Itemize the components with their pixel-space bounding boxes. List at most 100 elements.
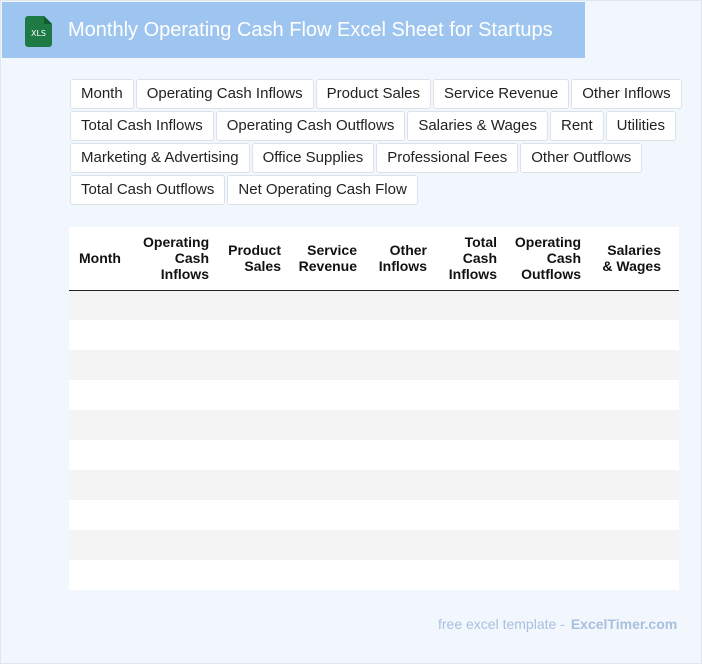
column-tag[interactable]: Service Revenue (433, 79, 570, 109)
table-cell[interactable] (69, 410, 137, 440)
table-cell[interactable] (669, 290, 679, 320)
column-tag[interactable]: Product Sales (315, 79, 432, 109)
table-cell[interactable] (589, 290, 669, 320)
table-cell[interactable] (137, 440, 217, 470)
table-cell[interactable] (435, 560, 505, 590)
table-cell[interactable] (217, 560, 289, 590)
table-cell[interactable] (669, 470, 679, 500)
column-tag[interactable]: Other Inflows (571, 79, 682, 109)
table-cell[interactable] (69, 290, 137, 320)
footer-brand-link[interactable]: ExcelTimer.com (571, 616, 677, 632)
table-cell[interactable] (137, 320, 217, 350)
table-cell[interactable] (137, 500, 217, 530)
table-cell[interactable] (365, 560, 435, 590)
table-cell[interactable] (589, 500, 669, 530)
table-cell[interactable] (69, 500, 137, 530)
table-cell[interactable] (365, 410, 435, 440)
table-cell[interactable] (69, 380, 137, 410)
table-cell[interactable] (137, 410, 217, 440)
table-cell[interactable] (137, 470, 217, 500)
table-cell[interactable] (505, 530, 589, 560)
column-tag[interactable]: Rent (549, 111, 604, 141)
table-cell[interactable] (217, 530, 289, 560)
table-cell[interactable] (505, 560, 589, 590)
table-cell[interactable] (435, 500, 505, 530)
table-cell[interactable] (505, 290, 589, 320)
table-cell[interactable] (217, 440, 289, 470)
table-cell[interactable] (435, 470, 505, 500)
table-cell[interactable] (289, 500, 365, 530)
table-cell[interactable] (69, 470, 137, 500)
column-tag[interactable]: Operating Cash Inflows (135, 79, 314, 109)
table-cell[interactable] (137, 380, 217, 410)
table-cell[interactable] (589, 380, 669, 410)
column-tag[interactable]: Marketing & Advertising (70, 143, 250, 173)
table-cell[interactable] (669, 350, 679, 380)
column-tag[interactable]: Operating Cash Outflows (215, 111, 406, 141)
table-cell[interactable] (137, 560, 217, 590)
table-cell[interactable] (137, 530, 217, 560)
table-cell[interactable] (137, 290, 217, 320)
table-cell[interactable] (365, 530, 435, 560)
table-cell[interactable] (289, 440, 365, 470)
table-cell[interactable] (289, 290, 365, 320)
table-cell[interactable] (289, 380, 365, 410)
table-cell[interactable] (589, 470, 669, 500)
table-cell[interactable] (505, 440, 589, 470)
table-cell[interactable] (589, 440, 669, 470)
table-cell[interactable] (589, 350, 669, 380)
table-cell[interactable] (217, 290, 289, 320)
table-cell[interactable] (505, 470, 589, 500)
table-cell[interactable] (365, 380, 435, 410)
column-tag[interactable]: Office Supplies (251, 143, 375, 173)
table-cell[interactable] (435, 440, 505, 470)
table-cell[interactable] (589, 530, 669, 560)
table-cell[interactable] (69, 320, 137, 350)
table-cell[interactable] (69, 350, 137, 380)
table-cell[interactable] (505, 380, 589, 410)
table-cell[interactable] (289, 320, 365, 350)
table-cell[interactable] (589, 410, 669, 440)
table-cell[interactable] (669, 560, 679, 590)
table-cell[interactable] (669, 500, 679, 530)
table-cell[interactable] (669, 410, 679, 440)
column-tag[interactable]: Total Cash Outflows (70, 175, 226, 205)
table-cell[interactable] (589, 560, 669, 590)
table-cell[interactable] (435, 380, 505, 410)
table-cell[interactable] (435, 320, 505, 350)
column-tag[interactable]: Professional Fees (376, 143, 519, 173)
table-cell[interactable] (217, 350, 289, 380)
table-cell[interactable] (669, 380, 679, 410)
table-cell[interactable] (365, 350, 435, 380)
table-cell[interactable] (669, 530, 679, 560)
table-cell[interactable] (217, 320, 289, 350)
table-cell[interactable] (289, 560, 365, 590)
table-cell[interactable] (217, 380, 289, 410)
column-tag[interactable]: Net Operating Cash Flow (227, 175, 418, 205)
column-tag[interactable]: Salaries & Wages (407, 111, 548, 141)
column-tag[interactable]: Total Cash Inflows (70, 111, 214, 141)
table-cell[interactable] (669, 320, 679, 350)
table-cell[interactable] (589, 320, 669, 350)
table-cell[interactable] (289, 410, 365, 440)
table-cell[interactable] (505, 500, 589, 530)
column-tag[interactable]: Month (70, 79, 134, 109)
table-cell[interactable] (365, 320, 435, 350)
table-cell[interactable] (217, 470, 289, 500)
table-cell[interactable] (505, 410, 589, 440)
table-cell[interactable] (365, 470, 435, 500)
table-cell[interactable] (69, 560, 137, 590)
table-cell[interactable] (505, 350, 589, 380)
table-cell[interactable] (435, 290, 505, 320)
table-cell[interactable] (289, 350, 365, 380)
table-cell[interactable] (435, 530, 505, 560)
table-cell[interactable] (69, 440, 137, 470)
table-cell[interactable] (365, 500, 435, 530)
table-cell[interactable] (217, 500, 289, 530)
table-cell[interactable] (365, 290, 435, 320)
column-tag[interactable]: Utilities (605, 111, 677, 141)
table-cell[interactable] (365, 440, 435, 470)
cash-flow-table-container[interactable]: Month Operating Cash Inflows Product Sales… (69, 227, 679, 590)
table-cell[interactable] (69, 530, 137, 560)
table-cell[interactable] (289, 530, 365, 560)
